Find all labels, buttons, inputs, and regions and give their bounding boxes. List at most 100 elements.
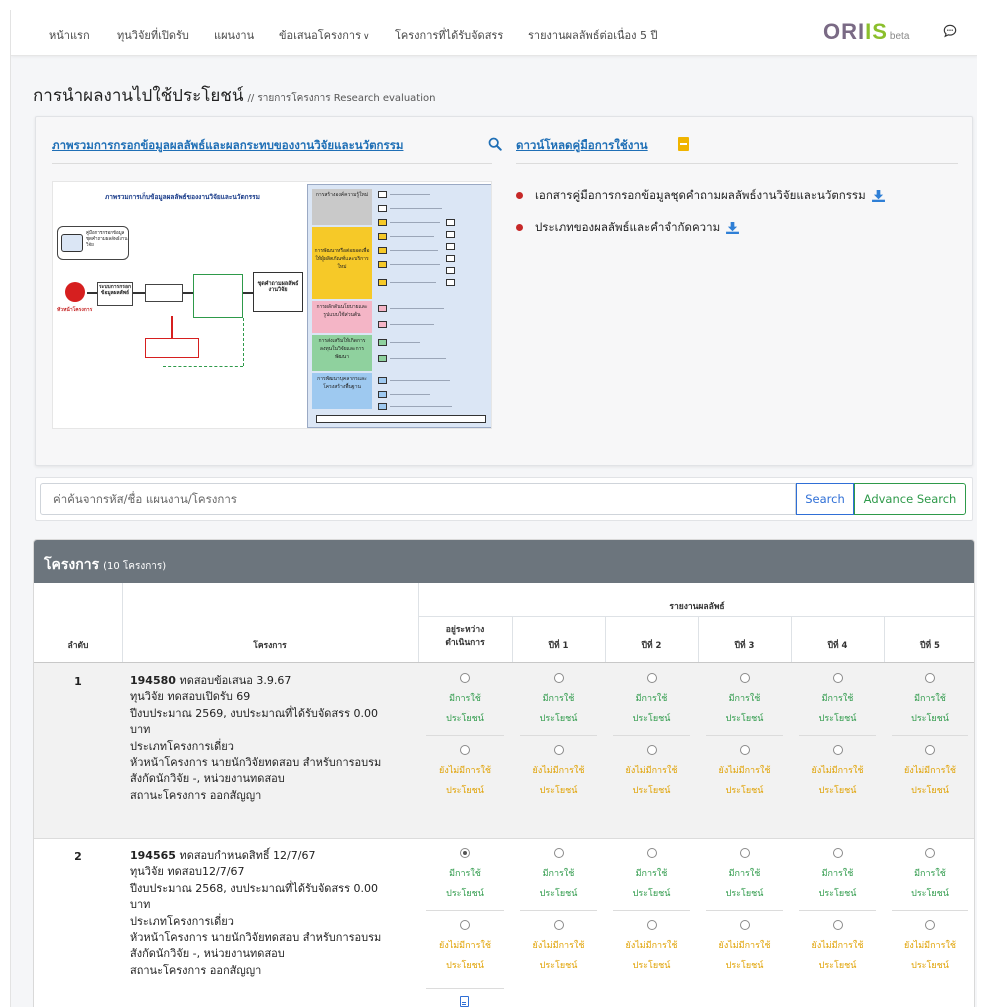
divider	[884, 616, 885, 663]
diagram-checkbox	[378, 247, 387, 254]
radio-button[interactable]	[460, 673, 470, 683]
option-label: มีการใช้	[449, 869, 481, 879]
divider	[418, 616, 974, 617]
radio-button[interactable]	[460, 745, 470, 755]
radio-button[interactable]	[925, 673, 935, 683]
radio-button[interactable]	[925, 848, 935, 858]
radio-button[interactable]	[739, 673, 750, 683]
projects-title-text: โครงการ	[44, 557, 100, 573]
page-title-text: การนำผลงานไปใช้ประโยชน์	[33, 86, 244, 106]
radio-button[interactable]	[739, 920, 750, 930]
option-year-2-unused[interactable]: ยังไม่มีการใช้ ประโยชน์	[605, 920, 698, 974]
advance-search-button[interactable]: Advance Search	[854, 483, 966, 515]
option-year-4-used[interactable]: มีการใช้ ประโยชน์	[791, 673, 884, 727]
table-row: 2 194565 ทดสอบกำหนดสิทธิ์ 12/7/67 ทุนวิจ…	[34, 838, 974, 1007]
radio-button[interactable]	[832, 673, 843, 683]
top-navbar: หน้าแรก ทุนวิจัยที่เปิดรับ แผนงาน ข้อเสน…	[11, 10, 977, 56]
option-label: ยังไม่มีการใช้	[439, 941, 491, 951]
radio-button[interactable]	[646, 745, 657, 755]
radio-button[interactable]	[553, 848, 564, 858]
download-manual-title[interactable]: ดาวน์โหลดคู่มือการใช้งาน	[516, 137, 648, 155]
radio-button[interactable]	[925, 745, 935, 755]
chat-icon[interactable]	[943, 24, 957, 38]
radio-button[interactable]	[832, 920, 843, 930]
download-icon[interactable]	[871, 189, 885, 202]
diagram-line	[390, 194, 430, 195]
divider	[706, 735, 783, 736]
radio-button[interactable]	[739, 745, 750, 755]
option-year-3-used[interactable]: มีการใช้ ประโยชน์	[698, 848, 791, 902]
overview-diagram[interactable]: ภาพรวมการเก็บข้อมูลผลลัพธ์ของงานวิจัยและ…	[52, 181, 492, 429]
option-year-5-used[interactable]: มีการใช้ ประโยชน์	[884, 673, 974, 727]
radio-button[interactable]	[739, 848, 750, 858]
radio-button[interactable]	[553, 745, 564, 755]
option-year-1-used[interactable]: มีการใช้ ประโยชน์	[512, 673, 605, 727]
radio-button[interactable]	[925, 920, 935, 930]
divider	[791, 616, 792, 663]
diagram-checkbox	[378, 321, 387, 328]
option-year-5-unused[interactable]: ยังไม่มีการใช้ ประโยชน์	[884, 745, 974, 799]
search-button[interactable]: Search	[796, 483, 854, 515]
doc-link-definitions-label: ประเภทของผลลัพธ์และคำจำกัดความ	[535, 220, 721, 234]
option-in-progress-unused[interactable]: ยังไม่มีการใช้ ประโยชน์	[418, 920, 512, 974]
option-label: ประโยชน์	[818, 961, 857, 971]
option-year-1-unused[interactable]: ยังไม่มีการใช้ ประโยชน์	[512, 920, 605, 974]
doc-link-manual[interactable]: เอกสารคู่มือการกรอกข้อมูลชุดคำถามผลลัพธ์…	[516, 187, 885, 205]
diagram-feedback-box	[145, 338, 199, 358]
nav-plans[interactable]: แผนงาน	[214, 26, 254, 44]
option-label: ประโยชน์	[911, 961, 949, 971]
file-document-icon[interactable]	[460, 996, 469, 1007]
diagram-leader-label: หัวหน้าโครงการ	[57, 307, 93, 313]
nav-home[interactable]: หน้าแรก	[49, 26, 90, 44]
option-year-3-unused[interactable]: ยังไม่มีการใช้ ประโยชน์	[698, 920, 791, 974]
option-year-4-unused[interactable]: ยังไม่มีการใช้ ประโยชน์	[791, 745, 884, 799]
option-year-2-used[interactable]: มีการใช้ ประโยชน์	[605, 673, 698, 727]
nav-funded-projects[interactable]: โครงการที่ได้รับจัดสรร	[395, 26, 503, 44]
project-budget: ปีงบประมาณ 2569, งบประมาณที่ได้รับจัดสรร…	[130, 706, 378, 720]
row-number: 2	[74, 850, 82, 863]
project-info: 194565 ทดสอบกำหนดสิทธิ์ 12/7/67 ทุนวิจัย…	[130, 848, 420, 979]
option-in-progress-unused[interactable]: ยังไม่มีการใช้ ประโยชน์	[418, 745, 512, 799]
diagram-line	[390, 308, 444, 309]
radio-button[interactable]	[646, 920, 657, 930]
diagram-arrow	[243, 292, 253, 294]
diagram-footer-box	[316, 415, 486, 423]
option-label: ยังไม่มีการใช้	[532, 766, 585, 776]
oriis-logo[interactable]: ORIIS beta	[823, 19, 909, 45]
radio-button[interactable]	[646, 673, 657, 683]
radio-button[interactable]	[460, 920, 470, 930]
radio-button[interactable]	[553, 920, 564, 930]
diagram-checkbox	[378, 305, 387, 312]
radio-button[interactable]	[832, 848, 843, 858]
project-type: ประเภทโครงการเดี่ยว	[130, 739, 234, 753]
overview-link[interactable]: ภาพรวมการกรอกข้อมูลผลลัพธ์และผลกระทบของง…	[52, 137, 403, 155]
project-title[interactable]: 194580 ทดสอบข้อเสนอ 3.9.67	[130, 673, 420, 689]
nav-open-grants[interactable]: ทุนวิจัยที่เปิดรับ	[117, 26, 189, 44]
radio-button[interactable]	[646, 848, 657, 858]
option-year-2-used[interactable]: มีการใช้ ประโยชน์	[605, 848, 698, 902]
option-year-2-unused[interactable]: ยังไม่มีการใช้ ประโยชน์	[605, 745, 698, 799]
nav-5-year-report[interactable]: รายงานผลลัพธ์ต่อเนื่อง 5 ปี	[528, 26, 657, 44]
option-year-3-unused[interactable]: ยังไม่มีการใช้ ประโยชน์	[698, 745, 791, 799]
radio-button[interactable]	[832, 745, 843, 755]
option-year-1-used[interactable]: มีการใช้ ประโยชน์	[512, 848, 605, 902]
option-year-4-used[interactable]: มีการใช้ ประโยชน์	[791, 848, 884, 902]
diagram-checkbox	[378, 377, 387, 384]
doc-link-definitions[interactable]: ประเภทของผลลัพธ์และคำจำกัดความ	[516, 219, 740, 237]
option-in-progress-used[interactable]: มีการใช้ ประโยชน์	[418, 848, 512, 902]
option-in-progress-used[interactable]: มีการใช้ ประโยชน์	[418, 673, 512, 727]
download-icon[interactable]	[726, 221, 740, 234]
radio-button[interactable]	[460, 848, 470, 858]
option-label: ประโยชน์	[446, 786, 484, 796]
option-year-5-unused[interactable]: ยังไม่มีการใช้ ประโยชน์	[884, 920, 974, 974]
nav-proposals[interactable]: ข้อเสนอโครงการ ∨	[279, 26, 370, 44]
search-input[interactable]	[40, 483, 796, 515]
project-title[interactable]: 194565 ทดสอบกำหนดสิทธิ์ 12/7/67	[130, 848, 420, 864]
option-year-4-unused[interactable]: ยังไม่มีการใช้ ประโยชน์	[791, 920, 884, 974]
option-year-3-used[interactable]: มีการใช้ ประโยชน์	[698, 673, 791, 727]
diagram-dashed-line	[163, 366, 243, 367]
radio-button[interactable]	[553, 673, 564, 683]
option-year-5-used[interactable]: มีการใช้ ประโยชน์	[884, 848, 974, 902]
option-year-1-unused[interactable]: ยังไม่มีการใช้ ประโยชน์	[512, 745, 605, 799]
search-icon[interactable]	[488, 137, 502, 151]
